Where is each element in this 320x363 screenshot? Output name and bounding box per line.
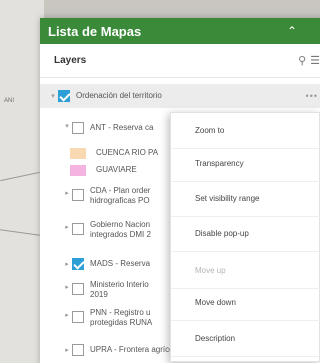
layer-checkbox[interactable] — [72, 258, 84, 270]
menu-item-zoom-to[interactable]: Zoom to — [171, 113, 320, 149]
map-left-strip — [0, 0, 44, 363]
layer-checkbox[interactable] — [72, 344, 84, 356]
collapse-arrow-icon[interactable]: ▾ — [48, 92, 58, 100]
layer-checkbox[interactable] — [72, 122, 84, 134]
expand-arrow-icon[interactable]: ▸ — [62, 189, 72, 197]
layer-context-menu: Zoom to Transparency Set visibility rang… — [170, 112, 320, 362]
layer-checkbox[interactable] — [72, 283, 84, 295]
layer-label: ANT - Reserva ca — [90, 123, 154, 132]
map-place-label: ANI — [4, 98, 15, 104]
expand-arrow-icon[interactable]: ▸ — [62, 283, 72, 291]
layer-checkbox[interactable] — [72, 189, 84, 201]
legend-label: GUAVIARE — [96, 165, 137, 174]
menu-item-disable-popup[interactable]: Disable pop-up — [171, 216, 320, 252]
menu-icon[interactable]: ☰ — [310, 54, 320, 67]
layers-tools: ⚲ ☰ — [298, 54, 320, 67]
layer-label: MADS - Reserva — [90, 259, 151, 268]
legend-label: CUENCA RIO PA — [96, 148, 159, 157]
expand-arrow-icon[interactable]: ▸ — [62, 260, 72, 268]
panel-title: Lista de Mapas — [48, 23, 142, 39]
menu-item-description[interactable]: Description — [171, 321, 320, 357]
layer-label: Ordenación del territorio — [76, 91, 162, 100]
layers-label: Layers — [54, 55, 87, 66]
search-icon[interactable]: ⚲ — [298, 54, 306, 67]
collapse-icon[interactable]: ⌃ — [282, 24, 302, 38]
menu-item-move-up: Move up — [171, 253, 320, 289]
layers-header: Layers ⚲ ☰ — [40, 44, 320, 78]
expand-arrow-icon[interactable]: ▸ — [62, 311, 72, 319]
layer-checkbox[interactable] — [72, 223, 84, 235]
layer-checkbox[interactable] — [72, 311, 84, 323]
layer-checkbox[interactable] — [58, 90, 70, 102]
panel-title-bar: Lista de Mapas ⌃ — [40, 18, 320, 44]
expand-arrow-icon[interactable]: ▸ — [62, 346, 72, 354]
expand-arrow-icon[interactable]: ▸ — [62, 223, 72, 231]
collapse-arrow-icon[interactable]: ▾ — [62, 122, 72, 130]
layer-label: CDA - Plan order hidrograficas PO — [90, 186, 151, 205]
layer-row-root[interactable]: ▾ Ordenación del territorio ••• — [40, 84, 320, 108]
layer-options-icon[interactable]: ••• — [306, 91, 318, 101]
layer-label: Gobierno Nacion integrados DMI 2 — [90, 220, 151, 239]
layer-label: Ministerio Interio 2019 — [90, 280, 149, 299]
menu-item-move-down[interactable]: Move down — [171, 285, 320, 321]
menu-item-visibility-range[interactable]: Set visibility range — [171, 181, 320, 217]
legend-swatch — [70, 148, 86, 159]
legend-swatch — [70, 165, 86, 176]
layer-label: PNN - Registro u protegidas RUNA — [90, 308, 153, 327]
menu-item-transparency[interactable]: Transparency — [171, 146, 320, 182]
